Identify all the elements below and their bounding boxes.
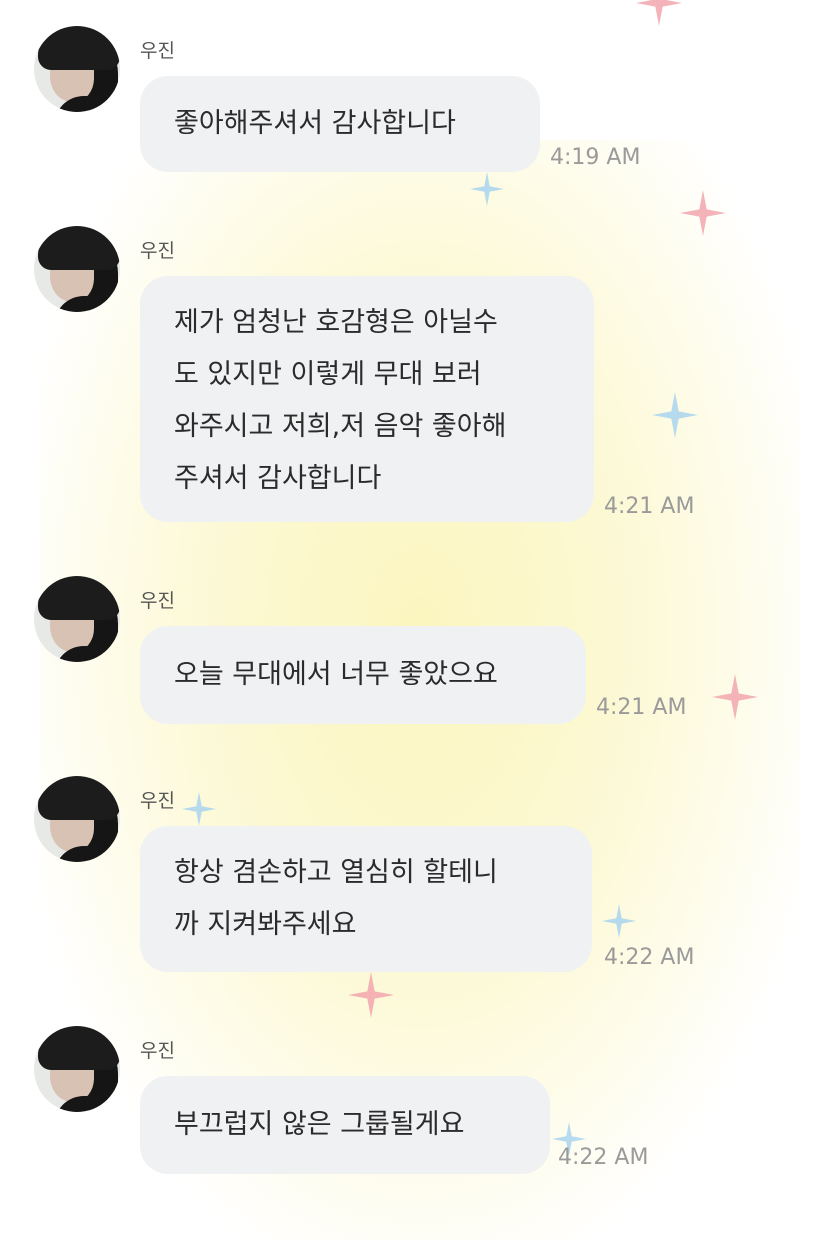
message-bubble[interactable]: 항상 겸손하고 열심히 할테니 까 지켜봐주세요: [140, 826, 592, 972]
sender-name: 우진: [140, 1040, 175, 1062]
message-time: 4:19 AM: [550, 145, 641, 170]
sender-name: 우진: [140, 240, 175, 262]
message-time: 4:22 AM: [558, 1145, 649, 1170]
avatar[interactable]: [34, 576, 120, 662]
avatar[interactable]: [34, 226, 120, 312]
sender-name: 우진: [140, 790, 175, 812]
sender-name: 우진: [140, 40, 175, 62]
message-time: 4:21 AM: [604, 494, 695, 519]
avatar[interactable]: [34, 26, 120, 112]
message-bubble[interactable]: 부끄럽지 않은 그룹될게요: [140, 1076, 550, 1174]
message-bubble[interactable]: 오늘 무대에서 너무 좋았으요: [140, 626, 586, 724]
avatar[interactable]: [34, 776, 120, 862]
message-time: 4:21 AM: [596, 695, 687, 720]
message-bubble[interactable]: 제가 엄청난 호감형은 아닐수 도 있지만 이렇게 무대 보러 와주시고 저희,…: [140, 276, 594, 522]
sparkle-icon: [636, 0, 682, 26]
avatar[interactable]: [34, 1026, 120, 1112]
message-time: 4:22 AM: [604, 945, 695, 970]
sender-name: 우진: [140, 590, 175, 612]
message-bubble[interactable]: 좋아해주셔서 감사합니다: [140, 76, 540, 172]
